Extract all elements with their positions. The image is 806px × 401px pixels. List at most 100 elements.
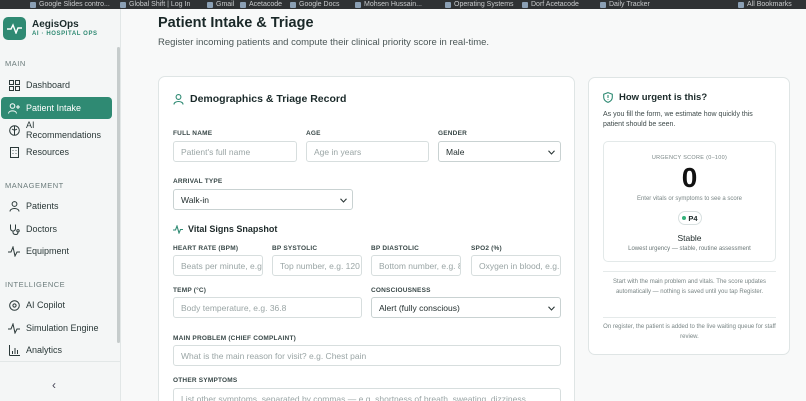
score-note: Start with the main problem and vitals. …	[613, 279, 766, 295]
bookmark[interactable]: Google Docs	[290, 0, 339, 9]
sidebar-item-analytics[interactable]: Analytics	[1, 339, 112, 361]
sidebar-item-ai-recommendations[interactable]: AI Recommendations	[1, 119, 112, 141]
favicon-icon	[522, 1, 528, 8]
consciousness-select[interactable]: Alert (fully conscious)	[371, 297, 561, 318]
user-plus-icon	[8, 102, 20, 114]
status-dot-icon	[682, 216, 687, 220]
building-icon	[8, 146, 20, 158]
sidebar-item-resources[interactable]: Resources	[1, 141, 112, 163]
urgency-score-label: URGENCY SCORE (0–100)	[651, 155, 728, 161]
brand-name: AegisOps	[32, 19, 79, 30]
bookmark[interactable]: Mohsen Hussain...	[355, 0, 422, 9]
grid-icon	[8, 79, 20, 91]
register-note: On register, the patient is added to the…	[603, 324, 776, 340]
bp-diastolic-input[interactable]	[371, 255, 461, 276]
bookmark[interactable]: Dorf Acetacode	[522, 0, 579, 9]
heart-rate-input[interactable]	[173, 255, 263, 276]
spo2-label: SPO2 (%)	[471, 245, 502, 252]
other-symptoms-label: OTHER SYMPTOMS	[173, 377, 238, 384]
priority-badge: P4	[678, 211, 702, 225]
arrival-type-label: ARRIVAL TYPE	[173, 178, 223, 185]
brand-subtitle: AI · HOSPITAL OPS	[32, 31, 98, 37]
temp-input[interactable]	[173, 297, 362, 318]
browser-bookmarks-bar: Google Slides contro... Global Shift | L…	[0, 0, 806, 9]
favicon-icon	[120, 1, 126, 8]
activity-icon	[173, 224, 183, 234]
favicon-icon	[445, 1, 451, 8]
brand[interactable]: AegisOps AI · HOSPITAL OPS	[3, 17, 98, 40]
bookmark[interactable]: Gmail	[207, 0, 234, 9]
gender-label: GENDER	[438, 130, 468, 137]
chevron-down-icon	[548, 303, 555, 313]
chief-complaint-input[interactable]	[173, 345, 561, 366]
bookmark[interactable]: Google Slides contro...	[30, 0, 110, 9]
user-icon	[8, 200, 20, 212]
urgency-score-box: URGENCY SCORE (0–100) 0 Enter vitals or …	[603, 141, 776, 262]
folder-icon	[738, 1, 744, 8]
favicon-icon	[600, 1, 606, 8]
sidebar-item-patients[interactable]: Patients	[1, 195, 112, 217]
bot-icon	[8, 299, 20, 311]
form-title: Demographics & Triage Record	[173, 93, 346, 105]
page-title: Patient Intake & Triage	[158, 15, 314, 31]
temp-label: TEMP (°C)	[173, 287, 207, 294]
heart-rate-label: HEART RATE (BPM)	[173, 245, 239, 252]
urgency-score-value: 0	[681, 162, 698, 193]
gender-select[interactable]: Male	[438, 141, 561, 162]
bp-systolic-input[interactable]	[272, 255, 362, 276]
full-name-input[interactable]	[173, 141, 297, 162]
bp-systolic-label: BP SYSTOLIC	[272, 245, 318, 252]
sidebar-scrollbar[interactable]	[117, 47, 120, 343]
bookmark[interactable]: Daily Tracker	[600, 0, 650, 9]
arrival-type-select[interactable]: Walk-in	[173, 189, 353, 210]
sidebar-item-equipment[interactable]: Equipment	[1, 240, 112, 262]
vitals-title: Vital Signs Snapshot	[173, 224, 277, 234]
shield-icon	[603, 92, 613, 103]
status-description: Lowest urgency — stable, routine assessm…	[628, 246, 751, 252]
urgency-description: As you fill the form, we estimate how qu…	[603, 111, 753, 128]
age-input[interactable]	[306, 141, 429, 162]
urgency-hint: Enter vitals or symptoms to see a score	[636, 196, 743, 202]
section-label-management: MANAGEMENT	[5, 181, 64, 190]
pulse-icon	[8, 322, 20, 334]
bookmark[interactable]: Global Shift | Log In	[120, 0, 190, 9]
consciousness-label: CONSCIOUSNESS	[371, 287, 431, 294]
page-subtitle: Register incoming patients and compute t…	[158, 37, 490, 48]
pulse-logo-icon	[3, 17, 26, 40]
main-content: Patient Intake & Triage Register incomin…	[121, 9, 806, 401]
bookmark[interactable]: All Bookmarks	[738, 0, 792, 9]
age-label: AGE	[306, 130, 321, 137]
favicon-icon	[355, 1, 361, 8]
favicon-icon	[30, 1, 36, 8]
favicon-icon	[290, 1, 296, 8]
other-symptoms-input[interactable]	[173, 388, 561, 401]
activity-icon	[8, 245, 20, 257]
divider	[603, 271, 776, 272]
favicon-icon	[207, 1, 213, 8]
urgency-card: How urgent is this? As you fill the form…	[588, 77, 790, 355]
bar-chart-icon	[8, 344, 20, 356]
chevron-down-icon	[340, 195, 347, 205]
sidebar-item-doctors[interactable]: Doctors	[1, 218, 112, 240]
bp-diastolic-label: BP DIASTOLIC	[371, 245, 420, 252]
chevron-down-icon	[548, 147, 555, 157]
sidebar-item-simulation-engine[interactable]: Simulation Engine	[1, 317, 112, 339]
triage-form-card: Demographics & Triage Record FULL NAME A…	[158, 76, 575, 401]
urgency-title: How urgent is this?	[603, 92, 707, 103]
user-icon	[173, 93, 184, 105]
divider	[603, 317, 776, 318]
sidebar-item-dashboard[interactable]: Dashboard	[1, 74, 112, 96]
bookmark[interactable]: Operating Systems	[445, 0, 514, 9]
divider	[0, 361, 120, 362]
collapse-sidebar-icon[interactable]: ‹	[52, 378, 56, 392]
spo2-input[interactable]	[471, 255, 561, 276]
full-name-label: FULL NAME	[173, 130, 213, 137]
bookmark[interactable]: Acetacode	[240, 0, 282, 9]
sidebar-item-patient-intake[interactable]: Patient Intake	[1, 97, 112, 119]
stethoscope-icon	[8, 223, 20, 235]
chief-complaint-label: MAIN PROBLEM (CHIEF COMPLAINT)	[173, 335, 296, 342]
favicon-icon	[240, 1, 246, 8]
sidebar-item-ai-copilot[interactable]: AI Copilot	[1, 294, 112, 316]
status-label: Stable	[677, 233, 702, 243]
section-label-intelligence: INTELLIGENCE	[5, 280, 66, 289]
